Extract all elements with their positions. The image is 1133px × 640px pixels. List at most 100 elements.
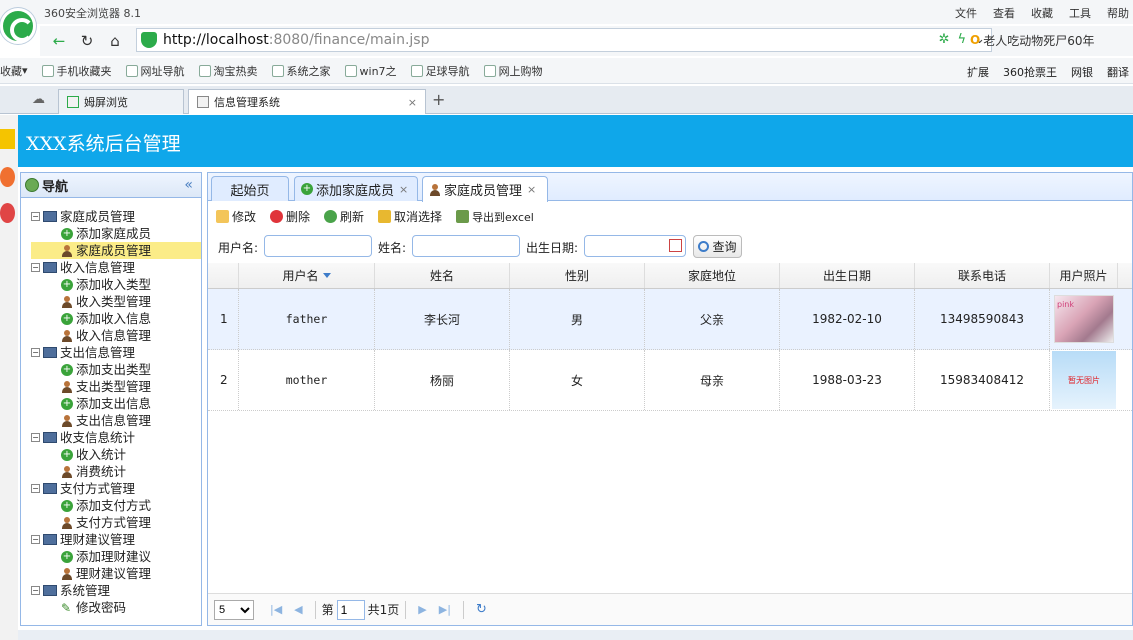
- extensions-button[interactable]: 扩展: [967, 64, 989, 80]
- column-header[interactable]: 性别: [510, 263, 645, 288]
- refresh-circle-icon[interactable]: ✲: [939, 32, 950, 47]
- tree-group[interactable]: − 理财建议管理: [31, 531, 201, 548]
- lightning-icon[interactable]: ϟ: [958, 32, 967, 47]
- name-input[interactable]: [412, 235, 520, 257]
- tree-group[interactable]: − 收支信息统计: [31, 429, 201, 446]
- tree-item[interactable]: 理财建议管理: [31, 565, 201, 582]
- translate-button[interactable]: 翻译: [1107, 64, 1129, 80]
- tree-item[interactable]: + 收入统计: [31, 446, 201, 463]
- tree-item[interactable]: + 添加收入类型: [31, 276, 201, 293]
- column-header[interactable]: 家庭地位: [645, 263, 780, 288]
- column-header[interactable]: 用户名: [239, 263, 375, 288]
- fav-item[interactable]: win7之: [344, 63, 397, 79]
- tree-group[interactable]: − 收入信息管理: [31, 259, 201, 276]
- cancel-select-button[interactable]: 取消选择: [378, 208, 442, 225]
- next-page-icon[interactable]: ▶: [418, 603, 426, 616]
- user-icon: [61, 567, 73, 580]
- browser-tab[interactable]: 姆屏浏览: [58, 89, 184, 114]
- reload-page-icon[interactable]: ↻: [476, 602, 487, 617]
- close-icon[interactable]: ×: [408, 96, 417, 109]
- tab-member-mgmt[interactable]: 家庭成员管理 ×: [422, 176, 548, 202]
- tree-item[interactable]: + 添加家庭成员: [31, 225, 201, 242]
- tab-add-member[interactable]: + 添加家庭成员 ×: [294, 176, 418, 201]
- browser-tab-active[interactable]: 信息管理系统 ×: [188, 89, 426, 114]
- tree-item[interactable]: 消费统计: [31, 463, 201, 480]
- back-arrow-icon[interactable]: ←: [48, 30, 70, 52]
- table-row[interactable]: 2 mother 杨丽女母亲 1988-03-23 15983408412 暂无图片: [208, 350, 1132, 411]
- collapse-toggle-icon[interactable]: −: [31, 212, 40, 221]
- bank-button[interactable]: 网银: [1071, 64, 1093, 80]
- fav-item[interactable]: 收藏 ▾: [0, 63, 28, 79]
- collapse-toggle-icon[interactable]: −: [31, 263, 40, 272]
- tree-group[interactable]: − 家庭成员管理: [31, 208, 201, 225]
- fav-item[interactable]: 网址导航: [125, 63, 185, 79]
- address-bar[interactable]: http://localhost:8080/finance/main.jsp ✲…: [136, 28, 992, 52]
- column-header[interactable]: 用户照片: [1050, 263, 1118, 288]
- tree-item[interactable]: + 添加支出类型: [31, 361, 201, 378]
- app-icon[interactable]: [0, 203, 15, 223]
- new-tab-icon[interactable]: +: [432, 90, 445, 109]
- table-row[interactable]: 1 father 李长河男父亲 1982-02-10 13498590843 pink: [208, 289, 1132, 350]
- close-icon[interactable]: ×: [527, 183, 536, 196]
- collapse-toggle-icon[interactable]: −: [31, 433, 40, 442]
- home-icon[interactable]: ⌂: [104, 30, 126, 52]
- collapse-toggle-icon[interactable]: −: [31, 586, 40, 595]
- tree-group[interactable]: − 系统管理: [31, 582, 201, 599]
- tab-home[interactable]: 起始页: [211, 176, 289, 201]
- column-header[interactable]: 出生日期: [780, 263, 915, 288]
- menu-tools[interactable]: 工具: [1069, 5, 1091, 21]
- cloud-icon[interactable]: ☁: [32, 92, 45, 107]
- export-excel-button[interactable]: 导出到excel: [456, 208, 534, 225]
- ticket-button[interactable]: 360抢票王: [1003, 64, 1057, 80]
- tree-group[interactable]: − 支出信息管理: [31, 344, 201, 361]
- tree-item[interactable]: 支出信息管理: [31, 412, 201, 429]
- page-number-input[interactable]: [336, 599, 365, 620]
- tree-item-selected[interactable]: 家庭成员管理: [31, 242, 201, 259]
- tree-item[interactable]: + 添加支出信息: [31, 395, 201, 412]
- fav-item[interactable]: 网上购物: [483, 63, 543, 79]
- prev-page-icon[interactable]: ◀: [294, 603, 302, 616]
- fav-item[interactable]: 系统之家: [271, 63, 331, 79]
- browser-search[interactable]: O 老人吃动物死尸60年: [970, 28, 1133, 52]
- app-icon[interactable]: [0, 167, 15, 187]
- first-page-icon[interactable]: |◀: [270, 603, 282, 616]
- tree-group[interactable]: − 支付方式管理: [31, 480, 201, 497]
- close-icon[interactable]: ×: [399, 183, 408, 196]
- data-grid: 用户名 姓名 性别 家庭地位 出生日期 联系电话 用户照片 1 father 李长河男父亲 1982…: [208, 263, 1132, 411]
- star-icon[interactable]: [0, 129, 15, 149]
- fav-item[interactable]: 足球导航: [410, 63, 470, 79]
- menu-file[interactable]: 文件: [955, 5, 977, 21]
- menu-view[interactable]: 查看: [993, 5, 1015, 21]
- collapse-toggle-icon[interactable]: −: [31, 535, 40, 544]
- collapse-icon[interactable]: «: [184, 177, 193, 193]
- tree-item[interactable]: ✎ 修改密码: [31, 599, 201, 616]
- user-photo[interactable]: pink: [1054, 295, 1114, 343]
- fav-item[interactable]: 手机收藏夹: [41, 63, 112, 79]
- tree-item[interactable]: 收入类型管理: [31, 293, 201, 310]
- cell-photo: 暂无图片: [1050, 350, 1118, 410]
- column-header[interactable]: 联系电话: [915, 263, 1050, 288]
- username-input[interactable]: [264, 235, 372, 257]
- tree-item[interactable]: 支出类型管理: [31, 378, 201, 395]
- delete-button[interactable]: 删除: [270, 208, 310, 225]
- query-button[interactable]: 查询: [693, 235, 742, 258]
- tree-item[interactable]: + 添加收入信息: [31, 310, 201, 327]
- menu-favorites[interactable]: 收藏: [1031, 5, 1053, 21]
- calendar-icon[interactable]: [669, 239, 682, 252]
- last-page-icon[interactable]: ▶|: [439, 603, 451, 616]
- tree-item[interactable]: 收入信息管理: [31, 327, 201, 344]
- refresh-button[interactable]: 刷新: [324, 208, 364, 225]
- tree-item[interactable]: + 添加理财建议: [31, 548, 201, 565]
- collapse-toggle-icon[interactable]: −: [31, 348, 40, 357]
- nav-sidebar: 导航 « − 家庭成员管理 + 添加家庭成员 家庭成员管理 − 收入信息管理 + 添加收入类型收…: [20, 172, 202, 626]
- tree-item[interactable]: 支付方式管理: [31, 514, 201, 531]
- edit-button[interactable]: 修改: [216, 208, 256, 225]
- reload-icon[interactable]: ↻: [76, 30, 98, 52]
- side-strip: [0, 115, 18, 640]
- collapse-toggle-icon[interactable]: −: [31, 484, 40, 493]
- page-size-select[interactable]: 5: [214, 599, 254, 620]
- fav-item[interactable]: 淘宝热卖: [198, 63, 258, 79]
- column-header[interactable]: 姓名: [375, 263, 510, 288]
- tree-item[interactable]: + 添加支付方式: [31, 497, 201, 514]
- menu-help[interactable]: 帮助: [1107, 5, 1129, 21]
